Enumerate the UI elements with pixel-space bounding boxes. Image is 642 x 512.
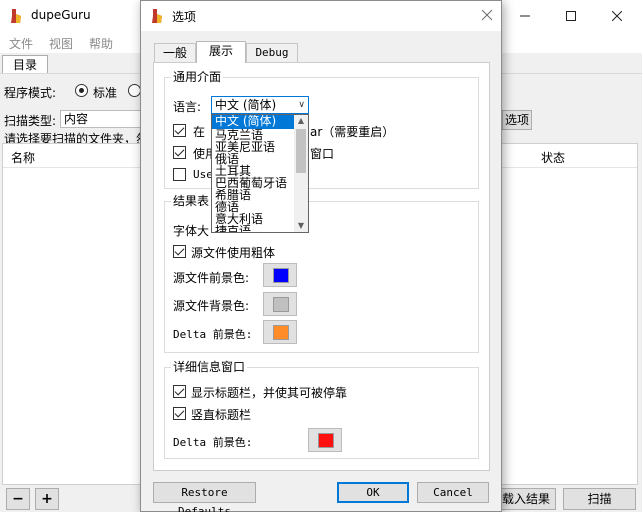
ok-button[interactable]: OK: [337, 482, 409, 503]
more-options-button[interactable]: 选项: [502, 110, 532, 130]
language-option[interactable]: 中文 (简体): [212, 115, 296, 129]
tab-directories[interactable]: 目录: [2, 55, 48, 74]
checkbox-1-label-suffix: ar（需要重启）: [310, 125, 395, 139]
vertical-titlebar-label: 竖直标题栏: [191, 408, 252, 422]
show-titlebar-label: 显示标题栏，并使其可被停靠: [191, 386, 348, 400]
checkbox-1-label: 在: [193, 125, 206, 139]
load-results-button[interactable]: 载入结果: [496, 488, 556, 510]
font-size-label: 字体大: [173, 224, 210, 238]
remove-folder-button[interactable]: −: [6, 488, 30, 510]
scroll-down-icon[interactable]: ▼: [294, 220, 308, 232]
details-delta-fg-swatch: [318, 433, 334, 448]
tab-display[interactable]: 展示: [196, 41, 246, 63]
main-window-title: dupeGuru: [31, 8, 91, 22]
scroll-up-icon[interactable]: ▲: [294, 115, 308, 127]
language-select-value: 中文 (简体): [215, 98, 277, 112]
dupeguru-app-icon: [152, 9, 162, 23]
language-select[interactable]: 中文 (简体) ∨: [211, 96, 309, 114]
column-name-header[interactable]: 名称: [11, 149, 35, 166]
ref-bg-color-label: 源文件背景色:: [173, 299, 250, 313]
display-tab-panel: 通用介面 语言: 中文 (简体) ∨ 在 ar（需要重启） 使用 窗口 Use …: [153, 62, 490, 471]
delta-fg-color-label: Delta 前景色:: [173, 328, 253, 341]
minimize-icon[interactable]: [502, 0, 548, 31]
ref-fg-color-label: 源文件前景色:: [173, 271, 250, 285]
restore-defaults-button[interactable]: Restore Defaults: [153, 482, 256, 512]
language-option[interactable]: 捷克语: [212, 225, 296, 232]
general-interface-group: 通用介面 语言: 中文 (简体) ∨ 在 ar（需要重启） 使用 窗口 Use …: [164, 70, 479, 233]
app-mode-label: 程序模式:: [4, 86, 57, 100]
bold-ref-label: 源文件使用粗体: [191, 246, 276, 260]
show-titlebar-checkbox[interactable]: [173, 385, 186, 398]
checkbox-3-label: Use: [193, 168, 213, 181]
vertical-titlebar-checkbox[interactable]: [173, 407, 186, 420]
close-icon[interactable]: [594, 0, 640, 31]
add-folder-button[interactable]: +: [35, 488, 59, 510]
details-window-group: 详细信息窗口 显示标题栏，并使其可被停靠 竖直标题栏 Delta 前景色:: [164, 360, 479, 459]
app-mode-standard-radio[interactable]: [75, 84, 88, 97]
menu-help[interactable]: 帮助: [89, 35, 113, 52]
language-dropdown-list[interactable]: 中文 (简体) 马克兰语 亚美尼亚语 俄语 土耳其 巴西葡萄牙语 希腊语 德语 …: [211, 114, 309, 233]
options-dialog: 选项 一般 展示 Debug 通用介面 语言: 中文 (简体) ∨ 在 ar（需…: [140, 0, 502, 512]
details-delta-fg-label: Delta 前景色:: [173, 436, 253, 449]
maximize-icon[interactable]: [548, 0, 594, 31]
details-delta-fg-button[interactable]: [308, 428, 342, 452]
tab-general[interactable]: 一般: [154, 43, 196, 62]
dropdown-scrollbar[interactable]: ▲ ▼: [294, 115, 308, 232]
scan-button[interactable]: 扫描: [563, 488, 636, 510]
menu-view[interactable]: 视图: [49, 35, 73, 52]
chevron-down-icon: ∨: [298, 100, 305, 110]
menu-file[interactable]: 文件: [9, 35, 33, 52]
general-interface-title: 通用介面: [171, 70, 224, 84]
ref-bg-color-swatch: [273, 297, 289, 312]
dupeguru-app-icon: [11, 9, 21, 23]
scan-type-select[interactable]: 内容: [60, 110, 142, 128]
language-label: 语言:: [173, 100, 202, 114]
tab-debug[interactable]: Debug: [246, 43, 298, 62]
bold-ref-checkbox[interactable]: [173, 245, 186, 258]
result-table-title: 结果表: [171, 194, 212, 208]
ref-bg-color-button[interactable]: [263, 292, 297, 316]
scroll-thumb[interactable]: [296, 129, 306, 173]
language-options: 中文 (简体) 马克兰语 亚美尼亚语 俄语 土耳其 巴西葡萄牙语 希腊语 德语 …: [212, 115, 296, 232]
app-mode-standard-label: 标准: [93, 86, 118, 100]
cancel-button[interactable]: Cancel: [417, 482, 489, 503]
close-icon[interactable]: [479, 7, 495, 23]
delta-fg-color-swatch: [273, 325, 289, 340]
column-state-header[interactable]: 状态: [541, 149, 565, 166]
ref-fg-color-swatch: [273, 268, 289, 283]
dialog-titlebar: 选项: [141, 1, 501, 31]
dialog-title: 选项: [172, 10, 197, 24]
details-window-title: 详细信息窗口: [171, 360, 248, 374]
checkbox-2[interactable]: [173, 146, 186, 159]
delta-fg-color-button[interactable]: [263, 320, 297, 344]
checkbox-2-label-suffix: 窗口: [310, 147, 335, 161]
scan-type-label: 扫描类型:: [4, 114, 57, 128]
checkbox-1[interactable]: [173, 124, 186, 137]
ref-fg-color-button[interactable]: [263, 263, 297, 287]
checkbox-3[interactable]: [173, 168, 186, 181]
